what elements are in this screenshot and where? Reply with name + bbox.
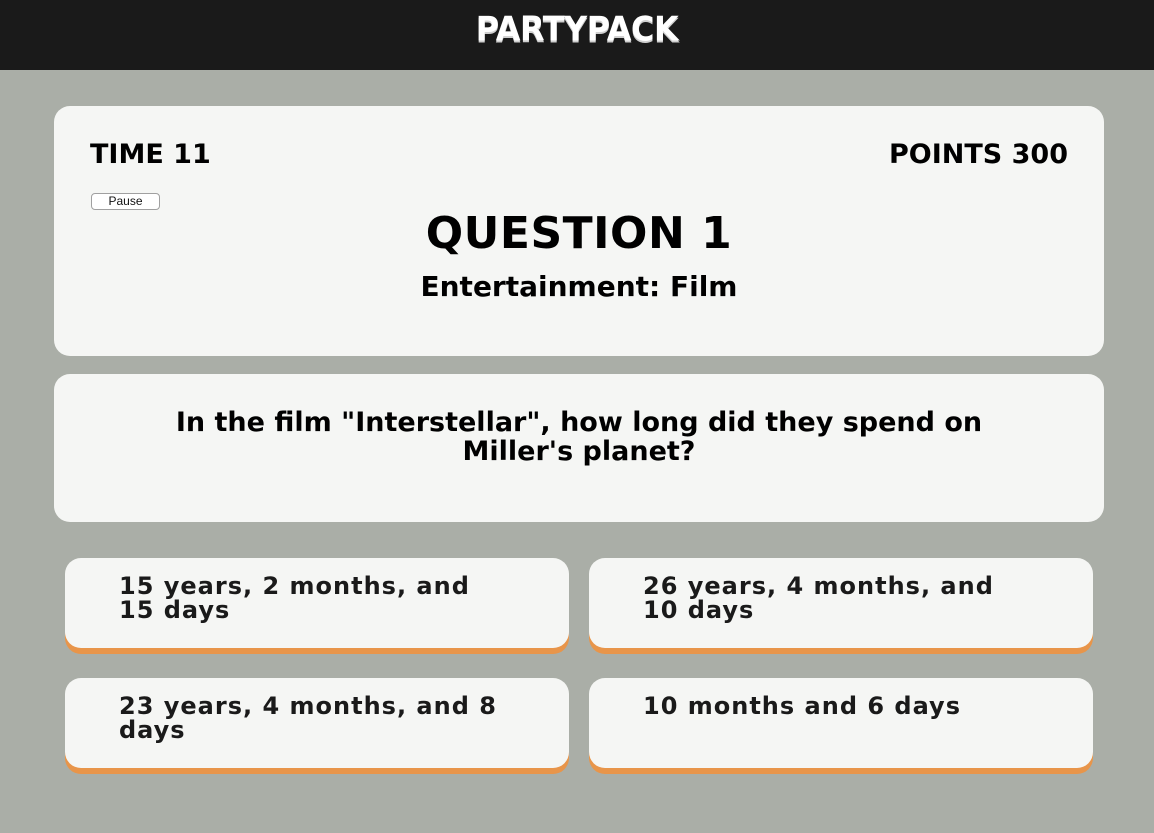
answer-option-label: 23 years, 4 months, and 8 days [119,692,497,744]
partypack-logo[interactable]: PARTYPACK [476,9,679,49]
answer-option-2[interactable]: 26 years, 4 months, and 10 days [589,558,1093,648]
game-status-card: TIME 11 POINTS 300 Pause QUESTION 1 Ente… [54,106,1104,356]
question-category: Entertainment: Film [420,270,738,303]
answer-option-4[interactable]: 10 months and 6 days [589,678,1093,768]
question-text: In the film "Interstellar", how long did… [175,407,983,467]
answer-option-label: 26 years, 4 months, and 10 days [643,572,994,624]
question-number-heading: QUESTION 1 [425,208,733,259]
time-remaining: TIME 11 [90,139,211,170]
answer-option-3[interactable]: 23 years, 4 months, and 8 days [65,678,569,768]
question-card: In the film "Interstellar", how long did… [54,374,1104,522]
top-bar: PARTYPACK [0,0,1154,70]
answer-option-1[interactable]: 15 years, 2 months, and 15 days [65,558,569,648]
answer-option-label: 15 years, 2 months, and 15 days [119,572,470,624]
answer-option-label: 10 months and 6 days [643,692,961,720]
points-score: POINTS 300 [888,139,1068,170]
